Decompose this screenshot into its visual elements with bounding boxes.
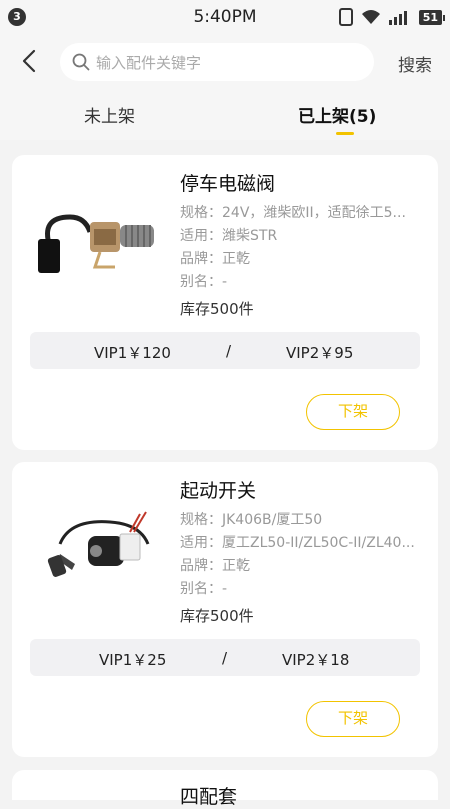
product-stock: 库存500件 [180,300,254,318]
back-button[interactable] [16,46,46,76]
price-row: VIP1￥25 / VIP2￥18 [30,639,420,676]
price-separator: / [222,649,228,667]
price-vip1: VIP1￥120 [94,344,171,362]
price-vip1: VIP1￥25 [99,651,167,669]
product-title: 四配套 [180,786,238,808]
product-fit: 适用：潍柴STR [180,228,278,244]
status-icons: 51 [338,7,446,27]
signal-icon [388,9,411,25]
delist-button[interactable]: 下架 [306,701,400,737]
product-fit: 适用：厦工ZL50-II/ZL50C-II/ZL40... [180,535,415,551]
product-alias: 别名：- [180,274,228,290]
search-button[interactable]: 搜索 [398,51,432,76]
active-tab-indicator [336,132,354,135]
ignition-switch-image [30,484,170,594]
wifi-icon [361,9,381,25]
price-vip2: VIP2￥18 [282,651,350,669]
status-bar: 3 5:40PM 51 [0,0,450,34]
product-title: 停车电磁阀 [180,173,276,195]
product-spec: 规格：24V，潍柴欧II，适配徐工5... [180,205,406,221]
price-vip2: VIP2￥95 [286,344,354,362]
battery-indicator: 51 [418,9,446,25]
search-placeholder: 输入配件关键字 [96,54,202,72]
product-card[interactable]: 四配套 [12,770,438,808]
tab-listed[interactable]: 已上架(5) [298,102,376,127]
product-card[interactable]: 停车电磁阀 规格：24V，潍柴欧II，适配徐工5... 适用：潍柴STR 品牌：… [12,155,438,450]
solenoid-valve-image [30,177,170,287]
product-spec: 规格：JK406B/厦工50 [180,512,323,528]
tab-bar: 未上架 已上架(5) [0,90,450,140]
price-row: VIP1￥120 / VIP2￥95 [30,332,420,369]
product-brand: 品牌：正乾 [180,251,250,267]
product-brand: 品牌：正乾 [180,558,250,574]
top-bar: 输入配件关键字 搜索 [0,34,450,90]
price-separator: / [226,342,232,360]
search-input[interactable]: 输入配件关键字 [60,43,374,81]
product-stock: 库存500件 [180,607,254,625]
product-title: 起动开关 [180,480,257,502]
search-icon [72,53,90,75]
delist-button[interactable]: 下架 [306,394,400,430]
tab-unlisted[interactable]: 未上架 [84,102,135,127]
chevron-left-icon [22,49,36,73]
product-alias: 别名：- [180,581,228,597]
vibrate-icon [338,8,353,26]
product-card[interactable]: 起动开关 规格：JK406B/厦工50 适用：厦工ZL50-II/ZL50C-I… [12,462,438,757]
